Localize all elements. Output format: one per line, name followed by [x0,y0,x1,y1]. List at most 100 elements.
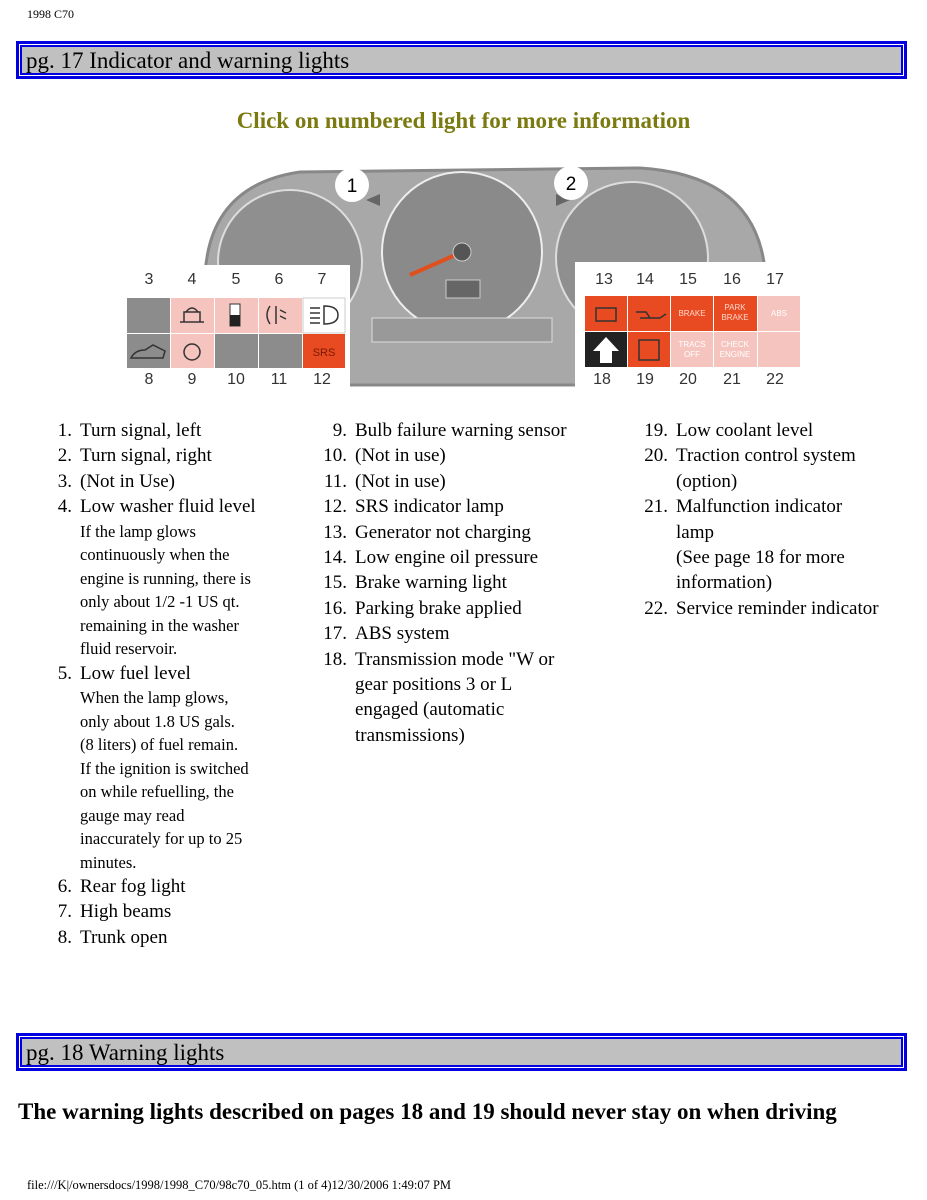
item-text: Transmission mode "W or gear positions 3 … [347,647,554,749]
item-number: 4. [57,496,72,518]
right-indicator-panel: 13 14 15 16 17 18 19 20 21 22 BRAKE PARK… [575,262,807,390]
svg-text:CHECK: CHECK [721,340,750,349]
light-number-5[interactable]: 5 [232,271,241,288]
light-number-17[interactable]: 17 [766,271,784,288]
item-number: 14. [323,547,347,569]
light-number-8[interactable]: 8 [145,371,154,388]
svg-text:2: 2 [566,174,577,195]
light-number-14[interactable]: 14 [636,271,654,288]
item-number: 16. [323,597,347,619]
oil-pressure-light[interactable] [628,296,670,331]
item-text-line: (See page 18 for more [676,547,845,569]
item-text-line: transmissions) [355,724,465,746]
item-detail-line: remaining in the washer [80,615,239,635]
indicator-list-col3: 19. Low coolant level 20. Traction control … [626,418,926,621]
item-number: 2. [57,445,72,467]
washer-fluid-light[interactable] [171,298,214,333]
item-detail-line: gauge may read [80,805,185,825]
list-item: 15. Brake warning light [305,570,615,595]
item-number: 6. [57,876,72,898]
item-detail-line: continuously when the [80,545,230,565]
item-text: Rear fog light [72,874,186,899]
item-detail-line: only about 1/2 -1 US qt. [80,592,240,612]
item-detail-line: If the lamp glows [80,521,196,541]
turn-signal-left-callout[interactable]: 1 [335,168,369,202]
item-text-line: Low engine oil pressure [355,547,539,569]
item-text: Service reminder indicator [668,596,879,621]
light-number-6[interactable]: 6 [275,271,284,288]
light-number-13[interactable]: 13 [595,271,613,288]
list-item: 17. ABS system [305,621,615,646]
item-detail-line: engine is running, there is [80,568,251,588]
light-number-12[interactable]: 12 [313,371,331,388]
item-text-line: Malfunction indicator [676,496,843,518]
item-text: Parking brake applied [347,596,522,621]
list-item: 5. Low fuel level When the lamp glows, only… [40,661,300,874]
item-text: (Not in use) [347,469,446,494]
item-detail-line: When the lamp glows, [80,688,229,708]
item-number: 22. [644,597,668,619]
item-number: 15. [323,572,347,594]
item-text-line: Rear fog light [80,876,186,898]
item-number: 10. [323,445,347,467]
turn-signal-right-callout[interactable]: 2 [554,166,588,200]
indicator-list-col1: 1. Turn signal, left 2. Turn signal, right 3… [40,418,300,950]
light-number-21[interactable]: 21 [723,371,741,388]
svg-text:SRS: SRS [313,347,336,359]
item-text-line: Service reminder indicator [676,597,879,619]
item-number: 9. [332,420,347,441]
light-number-15[interactable]: 15 [679,271,697,288]
generator-light[interactable] [585,296,627,331]
item-number: 20. [644,445,668,467]
svg-text:PARK: PARK [724,303,746,312]
item-text-line: lamp [676,521,714,543]
item-text-line: Parking brake applied [355,597,522,619]
item-text-line: Traction control system [676,445,856,467]
item-text-line: (Not in Use) [80,470,175,492]
light-number-10[interactable]: 10 [227,371,245,388]
item-text: Low fuel level When the lamp glows, only a… [72,661,249,874]
list-item: 3. (Not in Use) [40,469,300,494]
list-item: 22. Service reminder indicator [626,596,926,621]
item-text-line: engaged (automatic [355,699,505,721]
svg-text:TRACS: TRACS [678,340,705,349]
list-item: 9. Bulb failure warning sensor [305,418,615,443]
item-text-line: information) [676,572,773,594]
light-number-4[interactable]: 4 [188,271,197,288]
list-item: 8. Trunk open [40,925,300,950]
list-item: 11. (Not in use) [305,469,615,494]
light-11-cell[interactable] [259,334,302,368]
list-item: 21. Malfunction indicator lamp (See page 18… [626,494,926,596]
item-text: Bulb failure warning sensor [347,418,567,443]
light-number-22[interactable]: 22 [766,371,784,388]
item-number: 19. [644,420,668,441]
list-item: 7. High beams [40,899,300,924]
item-text-line: Low fuel level [80,662,191,684]
light-number-16[interactable]: 16 [723,271,741,288]
svg-text:ABS: ABS [771,309,787,318]
item-number: 12. [323,496,347,518]
item-text: (Not in Use) [72,469,175,494]
item-number: 18. [323,648,347,670]
item-number: 1. [57,420,72,441]
light-number-19[interactable]: 19 [636,371,654,388]
list-item: 10. (Not in use) [305,443,615,468]
item-text-line: Low washer fluid level [80,496,256,518]
light-number-3[interactable]: 3 [145,271,154,288]
light-number-11[interactable]: 11 [271,371,288,388]
item-number: 7. [57,901,72,923]
item-text-line: gear positions 3 or L [355,674,513,696]
item-text: Brake warning light [347,570,507,595]
light-number-9[interactable]: 9 [188,371,197,388]
light-number-7[interactable]: 7 [318,271,327,288]
item-text-line: ABS system [355,623,450,645]
light-number-18[interactable]: 18 [593,371,611,388]
coolant-light[interactable] [628,332,670,367]
bulb-failure-light[interactable] [171,334,214,368]
item-detail-line: (8 liters) of fuel remain. [80,735,239,755]
light-10-cell[interactable] [215,334,258,368]
service-reminder-light[interactable] [758,332,800,367]
light-number-20[interactable]: 20 [679,371,697,388]
item-text-line: Transmission mode "W or [355,648,555,670]
light-3-cell[interactable] [127,298,170,333]
